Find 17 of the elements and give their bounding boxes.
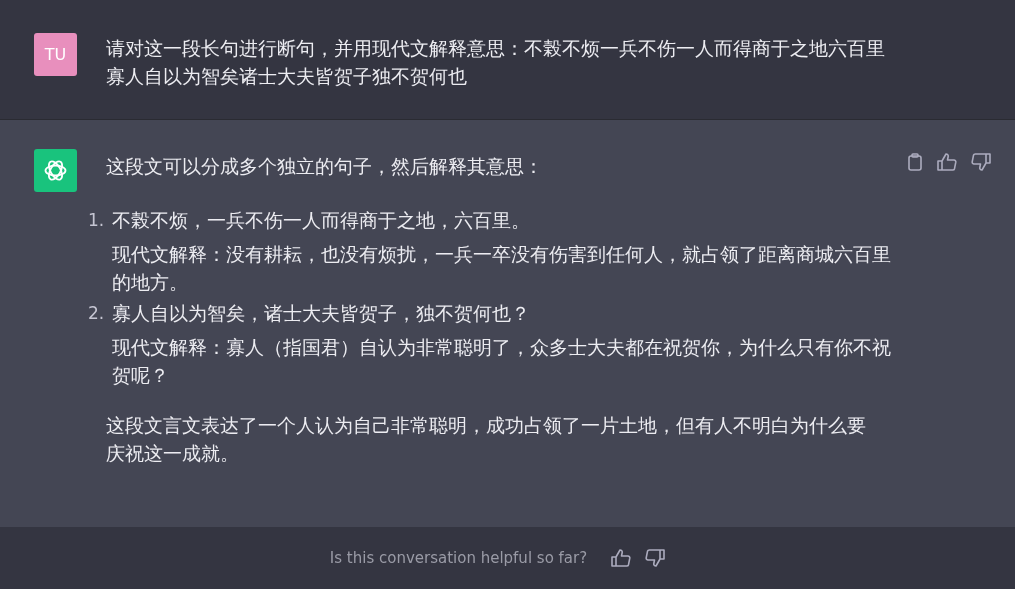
thumbs-down-icon[interactable] [645,549,666,567]
list-number: 1. [88,209,106,232]
classical-sentence: 不榖不烦，一兵不伤一人而得商于之地，六百里。 [112,208,531,233]
thumbs-up-icon[interactable] [611,549,632,567]
copy-icon[interactable] [907,153,923,171]
list-number: 2. [88,302,106,325]
classical-sentence: 寡人自以为智矣，诸士大夫皆贺子，独不贺何也？ [112,301,531,326]
user-avatar: TU [34,33,77,76]
thumbs-up-icon[interactable] [937,153,957,171]
assistant-conclusion-text: 这段文言文表达了一个人认为自己非常聪明，成功占领了一片土地，但有人不明白为什么要庆祝这一成就。 [106,413,866,466]
thumbs-down-icon[interactable] [971,153,991,171]
modern-explanation: 现代文解释：没有耕耘，也没有烦扰，一兵一卒没有伤害到任何人，就占领了距离商城六百里的地方。 [112,242,892,295]
assistant-logo-icon [34,149,77,192]
user-message-text: 请对这一段长句进行断句，并用现代文解释意思：不榖不烦一兵不伤一人而得商于之地六百里寡人自以为智矣诸士大夫皆贺子独不贺何也 [106,36,886,89]
modern-explanation: 现代文解释：寡人（指国君）自认为非常聪明了，众多士大夫都在祝贺你，为什么只有你不祝贺呢？ [112,335,892,388]
feedback-prompt: Is this conversation helpful so far? [329,549,588,567]
assistant-intro-text: 这段文可以分成多个独立的句子，然后解释其意思： [106,154,544,179]
